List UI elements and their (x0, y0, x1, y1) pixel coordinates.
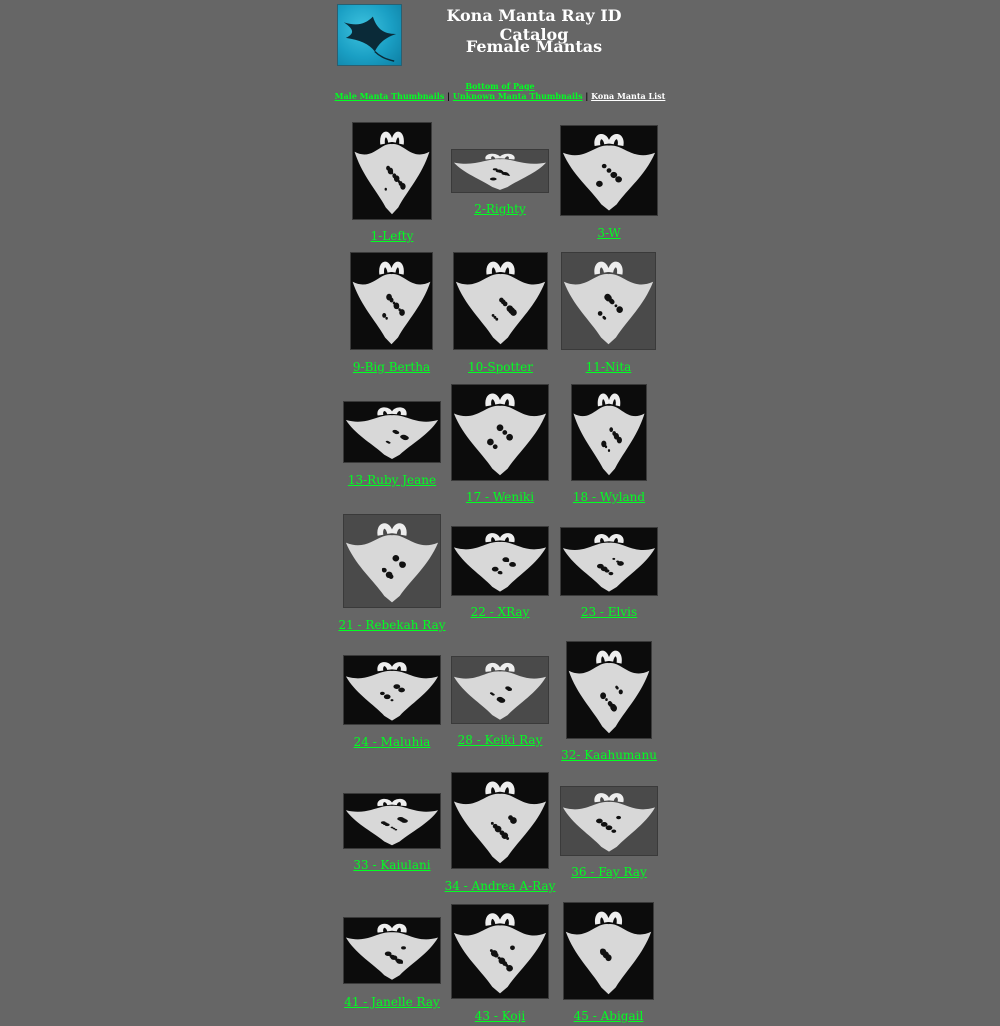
manta-photo-thumbnail[interactable] (451, 772, 549, 869)
manta-name-link[interactable]: 41 - Janelle Ray (322, 995, 462, 1009)
manta-photo-thumbnail[interactable] (343, 655, 441, 725)
manta-name-link[interactable]: 36 - Fay Ray (539, 865, 679, 879)
manta-name-link[interactable]: 11-Nita (539, 360, 679, 374)
manta-photo-thumbnail[interactable] (560, 125, 658, 216)
manta-name-link[interactable]: 21 - Rebekah Ray (322, 618, 462, 632)
manta-photo-thumbnail[interactable] (451, 526, 549, 596)
manta-photo-thumbnail[interactable] (563, 902, 654, 1000)
manta-photo-thumbnail[interactable] (561, 252, 656, 350)
manta-photo-thumbnail[interactable] (451, 904, 549, 999)
manta-name-link[interactable]: 1-Lefty (322, 229, 462, 243)
nav-links: Bottom of Page Male Manta Thumbnails | U… (300, 81, 700, 101)
manta-photo-thumbnail[interactable] (566, 641, 652, 739)
nav-separator: | (447, 91, 451, 101)
unknown-manta-thumbnails-link[interactable]: Unknown Manta Thumbnails (453, 91, 583, 101)
manta-photo-thumbnail[interactable] (451, 384, 549, 481)
manta-name-link[interactable]: 34 - Andrea A-Ray (430, 879, 570, 893)
page-subtitle: Female Mantas (465, 37, 603, 56)
manta-name-link[interactable]: 23 - Elvis (539, 605, 679, 619)
manta-photo-thumbnail[interactable] (352, 122, 432, 220)
manta-name-link[interactable]: 13-Ruby Jeane (322, 473, 462, 487)
manta-photo-thumbnail[interactable] (343, 793, 441, 849)
manta-photo-thumbnail[interactable] (343, 917, 441, 984)
manta-name-link[interactable]: 28 - Keiki Ray (430, 733, 570, 747)
bottom-of-page-link[interactable]: Bottom of Page (465, 81, 534, 91)
manta-photo-thumbnail[interactable] (560, 527, 658, 596)
manta-name-link[interactable]: 2-Righty (430, 202, 570, 216)
nav-separator: | (585, 91, 589, 101)
manta-name-link[interactable]: 45 - Abigail (539, 1009, 679, 1023)
manta-name-link[interactable]: 33 - Kaiulani (322, 858, 462, 872)
manta-photo-thumbnail[interactable] (560, 786, 658, 856)
manta-photo-thumbnail[interactable] (343, 401, 441, 463)
manta-photo-thumbnail[interactable] (350, 252, 433, 350)
manta-photo-thumbnail[interactable] (453, 252, 548, 350)
kona-manta-list-link[interactable]: Kona Manta List (591, 91, 665, 101)
manta-name-link[interactable]: 3-W (539, 226, 679, 240)
manta-ray-logo-icon[interactable] (337, 4, 402, 66)
manta-name-link[interactable]: 18 - Wyland (539, 490, 679, 504)
manta-photo-thumbnail[interactable] (451, 656, 549, 724)
manta-photo-thumbnail[interactable] (343, 514, 441, 608)
manta-photo-thumbnail[interactable] (571, 384, 647, 481)
manta-photo-thumbnail[interactable] (451, 149, 549, 193)
manta-name-link[interactable]: 32- Kaahumanu (539, 748, 679, 762)
male-manta-thumbnails-link[interactable]: Male Manta Thumbnails (335, 91, 445, 101)
